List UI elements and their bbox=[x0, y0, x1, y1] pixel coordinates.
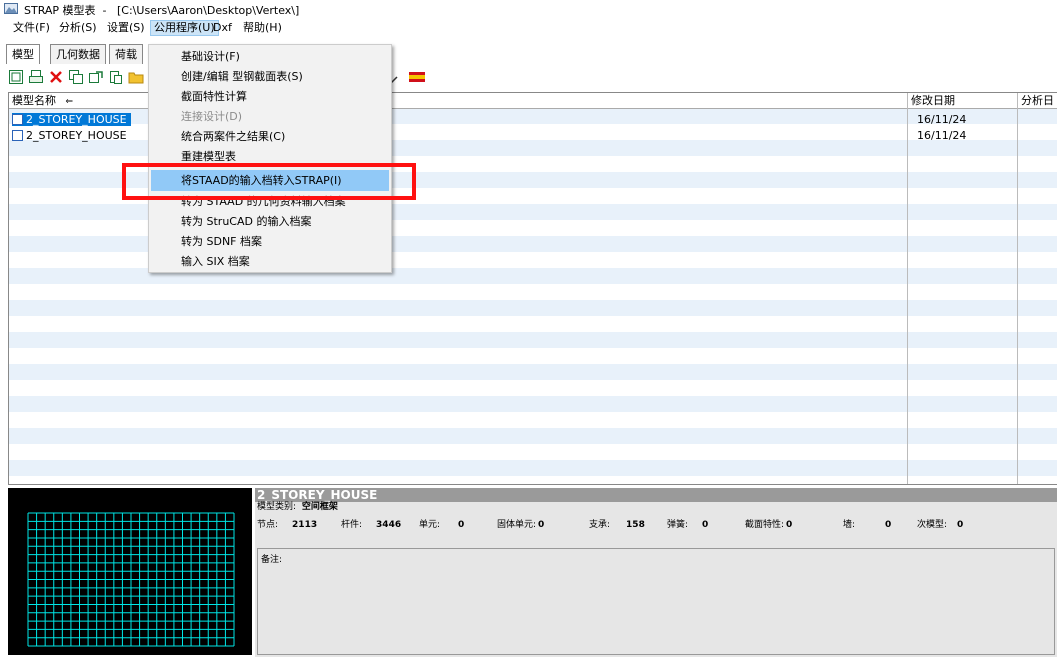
copy-to-icon[interactable] bbox=[88, 69, 104, 85]
model-name: 2_STOREY_HOUSE bbox=[26, 129, 127, 142]
menu-bar: 文件(F) 分析(S) 设置(S) 公用程序(U) Dxf 帮助(H) bbox=[0, 19, 1057, 37]
model-file-icon bbox=[12, 130, 23, 141]
menu-item-export-sdnf[interactable]: 转为 SDNF 档案 bbox=[149, 231, 391, 252]
paste-icon[interactable] bbox=[108, 69, 124, 85]
model-wireframe bbox=[27, 512, 235, 647]
column-header-modified-date[interactable]: 修改日期 bbox=[908, 93, 1018, 109]
utilities-dropdown-menu: 基础设计(F) 创建/编辑 型钢截面表(S) 截面特性计算 连接设计(D) 统合… bbox=[148, 44, 392, 273]
tab-loads[interactable]: 荷载 bbox=[109, 44, 143, 64]
stat-springs: 弹簧: 0 bbox=[667, 520, 709, 530]
stat-supports: 支承: 158 bbox=[589, 520, 645, 530]
menu-item-export-strucad[interactable]: 转为 StruCAD 的输入档案 bbox=[149, 211, 391, 232]
window-title: STRAP 模型表 - [C:\Users\Aaron\Desktop\Vert… bbox=[24, 4, 300, 17]
annotation-highlight-box bbox=[122, 163, 416, 200]
column-header-model-name[interactable]: 模型名称 ⇐ bbox=[9, 93, 908, 109]
model-preview bbox=[8, 488, 252, 655]
notes-label: 备注: bbox=[261, 555, 283, 565]
model-type: 模型类别: 空间框架 bbox=[257, 502, 338, 512]
tab-geometry[interactable]: 几何数据 bbox=[50, 44, 106, 64]
menu-item-combine-results[interactable]: 统合两案件之结果(C) bbox=[149, 126, 391, 147]
menu-item-section-properties[interactable]: 截面特性计算 bbox=[149, 86, 391, 107]
menu-item-connection-design: 连接设计(D) bbox=[181, 110, 243, 123]
model-name: 2_STOREY_HOUSE bbox=[12, 113, 131, 126]
delete-icon[interactable] bbox=[48, 69, 64, 85]
print-icon[interactable] bbox=[28, 69, 44, 85]
menu-item-edit-steel-section-table[interactable]: 创建/编辑 型钢截面表(S) bbox=[149, 66, 391, 87]
menu-dxf[interactable]: Dxf bbox=[210, 20, 235, 36]
copy-icon[interactable] bbox=[68, 69, 84, 85]
menu-utilities[interactable]: 公用程序(U) bbox=[150, 20, 219, 36]
stat-submodels: 次模型: 0 bbox=[917, 520, 964, 530]
title-bar: STRAP 模型表 - [C:\Users\Aaron\Desktop\Vert… bbox=[0, 0, 1057, 18]
modified-date: 16/11/24 bbox=[917, 113, 967, 126]
folder-icon[interactable] bbox=[128, 69, 144, 85]
strap-app-icon bbox=[4, 3, 18, 14]
menu-settings[interactable]: 设置(S) bbox=[104, 20, 148, 36]
info-model-title: 2_STOREY_HOUSE bbox=[255, 488, 1057, 502]
spain-flag-icon[interactable] bbox=[409, 69, 425, 85]
menu-help[interactable]: 帮助(H) bbox=[240, 20, 285, 36]
model-file-icon bbox=[12, 114, 23, 125]
menu-analysis[interactable]: 分析(S) bbox=[56, 20, 100, 36]
notes-field[interactable] bbox=[257, 548, 1055, 655]
menu-item-foundation-design[interactable]: 基础设计(F) bbox=[149, 46, 391, 67]
modified-date: 16/11/24 bbox=[917, 129, 967, 142]
sort-icon: ⇐ bbox=[65, 97, 74, 107]
new-model-icon[interactable] bbox=[8, 69, 24, 85]
menu-item-import-six[interactable]: 输入 SIX 档案 bbox=[149, 251, 391, 272]
stat-members: 杆件: 3446 bbox=[341, 520, 402, 530]
column-header-analysis-date[interactable]: 分析日 bbox=[1018, 93, 1057, 109]
stat-nodes: 节点: 2113 bbox=[257, 520, 318, 530]
stat-elements: 单元: 0 bbox=[419, 520, 465, 530]
tab-model[interactable]: 模型 bbox=[6, 44, 40, 64]
stat-solid-elements: 固体单元: 0 bbox=[497, 520, 545, 530]
stat-section-properties: 截面特性: 0 bbox=[745, 520, 793, 530]
stat-walls: 墙: 0 bbox=[843, 520, 892, 530]
menu-file[interactable]: 文件(F) bbox=[10, 20, 53, 36]
model-info-panel: 2_STOREY_HOUSE 模型类别: 空间框架 节点: 2113 杆件: 344… bbox=[255, 488, 1057, 657]
